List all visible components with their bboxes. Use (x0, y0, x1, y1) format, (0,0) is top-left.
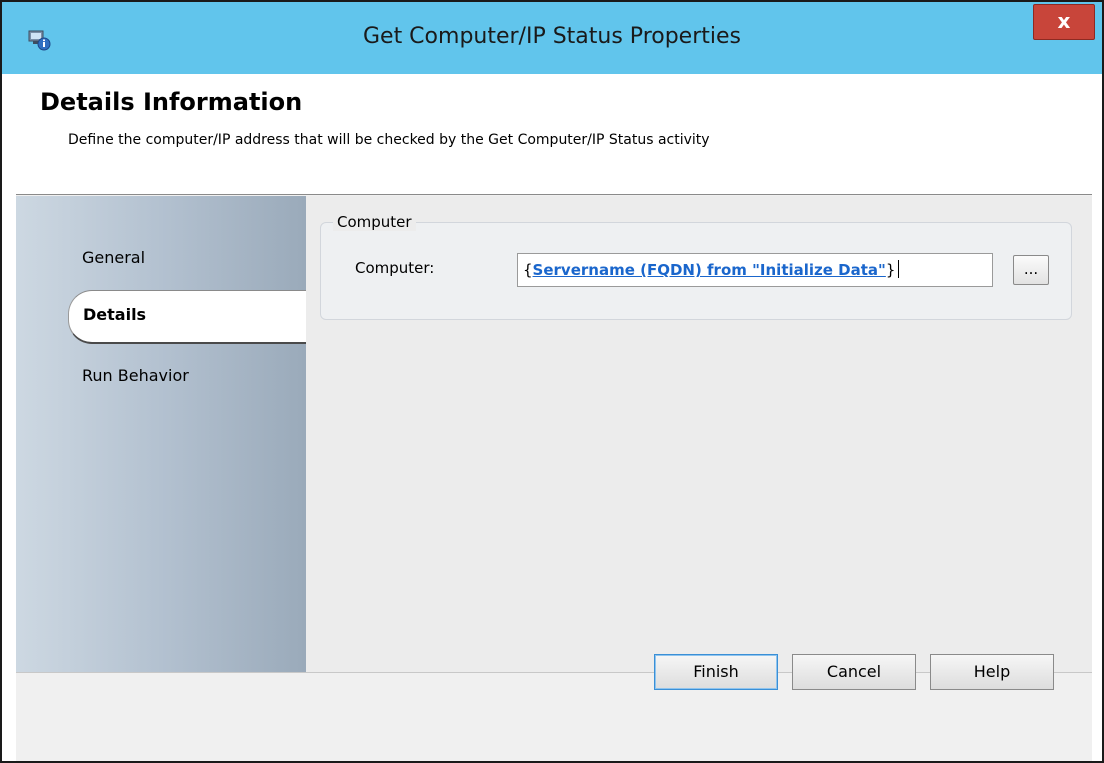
nav-pane: General Details Run Behavior (16, 196, 320, 672)
left-frame (2, 74, 16, 761)
right-frame (1092, 74, 1102, 761)
computer-field-label: Computer: (355, 259, 435, 277)
group-title: Computer (333, 213, 416, 231)
text-caret (898, 260, 900, 278)
computer-input[interactable]: {Servername (FQDN) from "Initialize Data… (517, 253, 993, 287)
close-button[interactable]: x (1033, 4, 1095, 40)
published-data-link[interactable]: Servername (FQDN) from "Initialize Data" (533, 261, 886, 279)
finish-button[interactable]: Finish (654, 654, 778, 690)
value-open-brace: { (523, 261, 533, 279)
value-close-brace: } (885, 261, 896, 279)
page-title: Details Information (40, 88, 303, 116)
page-description: Define the computer/IP address that will… (68, 132, 710, 148)
nav-item-run-behavior[interactable]: Run Behavior (82, 366, 189, 385)
title-bar[interactable]: Get Computer/IP Status Properties x (2, 2, 1102, 74)
nav-item-label: Details (83, 305, 147, 324)
content-pane: Computer Computer: {Servername (FQDN) fr… (306, 196, 1092, 672)
cancel-button[interactable]: Cancel (792, 654, 916, 690)
nav-item-details[interactable]: Details (68, 290, 320, 344)
help-button[interactable]: Help (930, 654, 1054, 690)
close-icon: x (1057, 9, 1071, 33)
browse-button[interactable]: ... (1013, 255, 1049, 285)
nav-item-general[interactable]: General (82, 248, 145, 267)
window-title: Get Computer/IP Status Properties (362, 24, 741, 49)
properties-dialog: Get Computer/IP Status Properties x Deta… (0, 0, 1104, 763)
computer-group: Computer Computer: {Servername (FQDN) fr… (320, 213, 1072, 320)
header-panel: Details Information Define the computer/… (16, 74, 1092, 195)
